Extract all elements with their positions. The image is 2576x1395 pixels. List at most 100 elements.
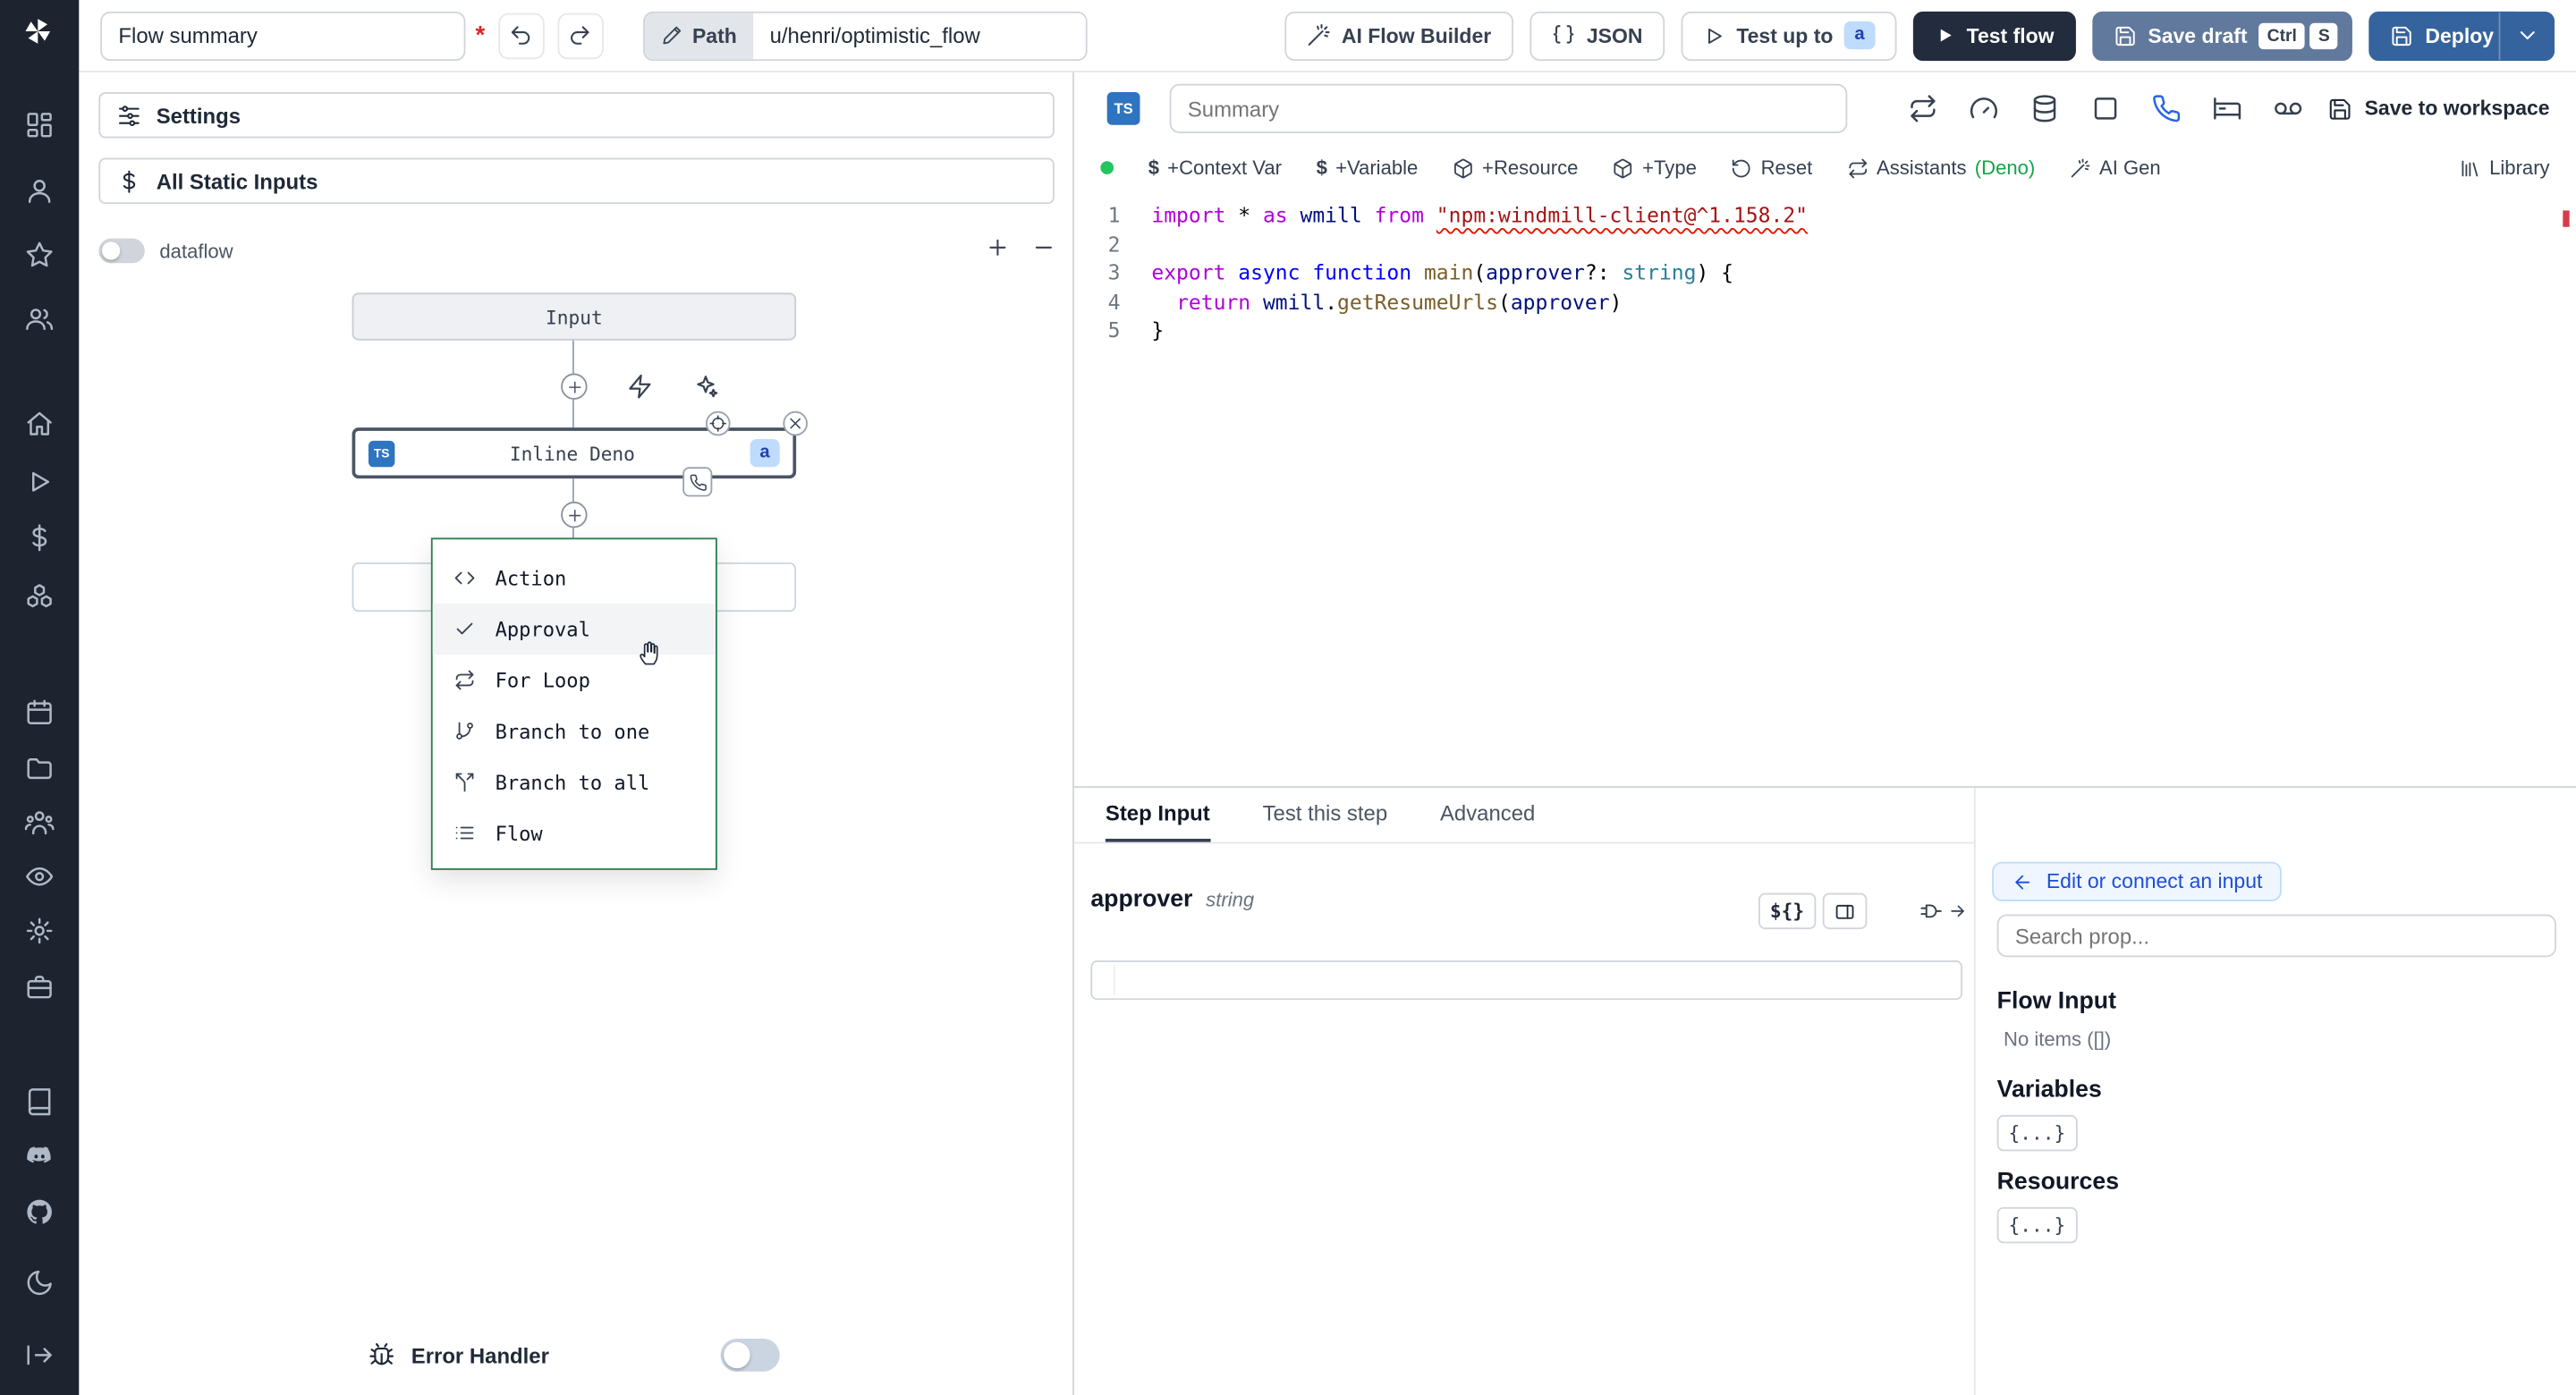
variables-object-badge[interactable]: {...} (1996, 1114, 2078, 1152)
early-stop-icon-button[interactable] (1970, 94, 1999, 123)
menu-item-approval[interactable]: Approval (432, 603, 716, 655)
menu-item-branch-to-one[interactable]: Branch to one (433, 706, 716, 757)
insert-expression-button[interactable]: ${} (1758, 892, 1816, 930)
flow-settings-row[interactable]: Settings (98, 91, 1055, 139)
connect-input-button[interactable] (1919, 900, 1967, 923)
sleep-icon-button[interactable] (2213, 94, 2242, 123)
edit-or-connect-button[interactable]: Edit or connect an input (1992, 861, 2283, 901)
field-buttons: ${} (1758, 892, 1967, 930)
zoom-out-button[interactable] (1031, 235, 1056, 260)
windmill-logo-icon[interactable] (21, 15, 55, 48)
sliders-icon (117, 103, 142, 128)
menu-item-for-loop[interactable]: For Loop (433, 655, 716, 706)
save-icon (2114, 24, 2137, 47)
all-static-inputs-row[interactable]: All Static Inputs (98, 157, 1055, 205)
cache-icon-button[interactable] (2030, 94, 2060, 123)
sidebar-item-discord[interactable] (25, 1141, 55, 1171)
code-editor[interactable]: 12 34 5 import * as wmill from "npm:wind… (1074, 200, 2560, 786)
calendar-icon (25, 698, 55, 727)
sidebar-item-schedules[interactable] (25, 698, 55, 727)
save-draft-button[interactable]: Save draft Ctrl S (2091, 10, 2353, 61)
suspend-indicator-badge[interactable] (682, 467, 713, 497)
add-context-var-button[interactable]: $ +Context Var (1148, 156, 1282, 180)
field-value-editor[interactable] (1090, 960, 1963, 1001)
delete-step-button[interactable] (783, 410, 808, 436)
retries-icon-button[interactable] (1909, 94, 1938, 123)
path-field-group: Path (642, 10, 1088, 61)
sidebar-item-docs[interactable] (25, 1087, 55, 1117)
sidebar-expand-button[interactable] (25, 1340, 55, 1370)
reset-button[interactable]: Reset (1732, 156, 1812, 179)
field-value-input[interactable] (1118, 963, 1954, 997)
tab-test-this-step[interactable]: Test this step (1263, 788, 1388, 842)
sidebar-item-folders[interactable] (25, 753, 55, 782)
insert-step-button-top[interactable] (561, 373, 588, 400)
path-input[interactable] (753, 12, 1086, 59)
sidebar-item-audit[interactable] (25, 862, 55, 892)
undo-button[interactable] (497, 12, 545, 59)
trigger-button[interactable] (627, 373, 653, 399)
redo-button[interactable] (557, 12, 604, 59)
wand-icon (1305, 23, 1330, 48)
error-handler-toggle[interactable] (720, 1339, 780, 1372)
add-resource-button[interactable]: +Resource (1453, 156, 1578, 179)
sidebar-item-apps[interactable] (25, 110, 55, 140)
flow-summary-input[interactable] (100, 10, 466, 61)
step-summary-input[interactable] (1169, 83, 1848, 133)
tab-advanced[interactable]: Advanced (1440, 788, 1535, 842)
json-button[interactable]: JSON (1529, 10, 1665, 61)
search-prop-input[interactable] (1996, 914, 2556, 958)
mock-icon-button[interactable] (2091, 94, 2121, 123)
sidebar-item-runs[interactable] (25, 467, 55, 496)
dataflow-toggle[interactable] (98, 238, 145, 264)
code-icon (454, 567, 476, 588)
menu-item-action[interactable]: Action (433, 553, 716, 604)
sidebar-item-settings[interactable] (25, 916, 55, 945)
edge (572, 340, 574, 374)
editor-actions-row: $ +Context Var $ +Variable +Resource +Type… (1100, 148, 2550, 188)
arrow-left-icon (2012, 871, 2033, 892)
wand-icon (2070, 157, 2091, 179)
ai-flow-builder-button[interactable]: AI Flow Builder (1284, 10, 1513, 61)
tab-step-input[interactable]: Step Input (1105, 788, 1210, 842)
sidebar-item-workers[interactable] (25, 972, 55, 1002)
path-edit-button[interactable]: Path (644, 12, 754, 59)
sidebar-item-favorites[interactable] (25, 241, 55, 270)
sidebar-item-users[interactable] (25, 304, 55, 334)
input-node[interactable]: Input (352, 292, 797, 341)
test-flow-button[interactable]: Test flow (1911, 10, 2076, 61)
sidebar-item-home[interactable] (25, 410, 55, 439)
editor-header: TS Save to workspace (1106, 82, 2550, 135)
sidebar-item-groups[interactable] (25, 807, 55, 837)
input-node-label: Input (546, 305, 603, 328)
sidebar-item-resources[interactable] (25, 582, 55, 612)
sidebar-item-github[interactable] (25, 1197, 55, 1227)
suspend-approval-icon-button[interactable] (2152, 94, 2182, 123)
step-node-inline-deno[interactable]: TS Inline Deno a (352, 427, 797, 479)
add-variable-button[interactable]: $ +Variable (1317, 156, 1419, 180)
sidebar-item-variables[interactable] (25, 523, 55, 553)
ai-suggest-button[interactable] (692, 373, 718, 399)
menu-item-branch-to-all[interactable]: Branch to all (433, 757, 716, 807)
editor-toggle-button[interactable] (1822, 892, 1867, 930)
step-node-id-badge: a (750, 439, 780, 468)
rotate-ccw-icon (1732, 157, 1753, 179)
assistants-button[interactable]: Assistants (Deno) (1847, 156, 2035, 179)
sidebar-item-dark-mode[interactable] (25, 1268, 55, 1298)
test-up-to-button[interactable]: Test up to a (1680, 10, 1896, 61)
move-step-button[interactable] (705, 410, 731, 436)
deploy-menu-button[interactable] (2498, 10, 2555, 61)
insert-step-button-bottom[interactable] (561, 501, 588, 528)
menu-item-flow[interactable]: Flow (433, 807, 716, 858)
library-button[interactable]: Library (2460, 156, 2550, 179)
resources-object-badge[interactable]: {...} (1996, 1206, 2078, 1244)
sidebar-item-user[interactable] (25, 176, 55, 206)
lint-status-dot (1100, 161, 1114, 174)
deploy-button[interactable]: Deploy (2368, 10, 2515, 61)
user-icon (25, 176, 55, 206)
ai-gen-button[interactable]: AI Gen (2070, 156, 2161, 179)
voicemail-icon-button[interactable] (2274, 94, 2303, 123)
zoom-in-button[interactable] (986, 235, 1011, 260)
save-to-workspace-button[interactable]: Save to workspace (2328, 97, 2550, 122)
add-type-button[interactable]: +Type (1613, 156, 1697, 179)
